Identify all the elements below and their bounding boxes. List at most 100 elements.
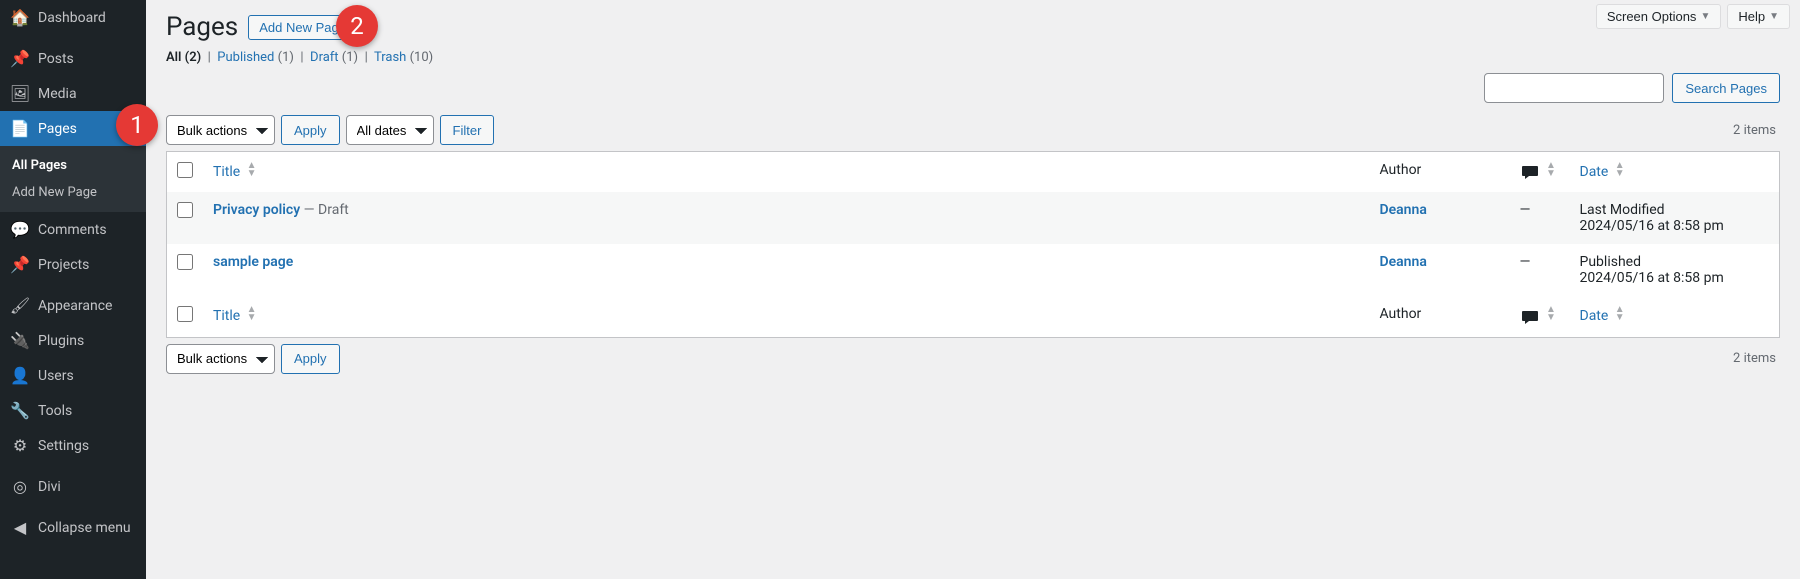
col-title-bottom[interactable]: Title ▲▼: [203, 296, 1370, 337]
filter-button[interactable]: Filter: [440, 115, 495, 145]
row-checkbox[interactable]: [177, 202, 193, 218]
sort-icon: ▲▼: [1546, 306, 1556, 322]
sidebar-item-appearance[interactable]: 🖌 Appearance: [0, 288, 146, 323]
tools-icon: 🔧: [10, 401, 30, 420]
comment-icon: [1520, 307, 1540, 327]
sort-icon: ▲▼: [1546, 162, 1556, 178]
sidebar-item-label: Media: [38, 86, 77, 102]
sidebar-item-label: Divi: [38, 479, 61, 495]
sidebar-item-users[interactable]: 👤 Users: [0, 358, 146, 393]
media-icon: 🖼: [10, 84, 30, 103]
col-date-top[interactable]: Date ▲▼: [1570, 152, 1780, 193]
sidebar-item-comments[interactable]: 💬 Comments: [0, 212, 146, 247]
sort-icon: ▲▼: [1615, 306, 1625, 322]
sidebar-item-label: Pages: [38, 121, 77, 137]
comment-icon: [1520, 162, 1540, 182]
comments-cell: —: [1510, 244, 1570, 296]
divi-icon: ◎: [10, 477, 30, 496]
sidebar-item-label: Users: [38, 368, 74, 384]
sidebar-item-label: Settings: [38, 438, 89, 454]
filter-all[interactable]: All (2): [166, 50, 204, 65]
bulk-actions-select-bottom[interactable]: Bulk actions: [166, 344, 275, 374]
separator: |: [365, 50, 368, 65]
help-button[interactable]: Help ▼: [1727, 4, 1790, 29]
filter-draft-label: Draft: [310, 50, 339, 65]
col-author-top: Author: [1370, 152, 1510, 193]
filter-published[interactable]: Published (1): [217, 50, 297, 65]
col-title-label: Title: [213, 308, 240, 324]
top-right-buttons: Screen Options ▼ Help ▼: [1596, 4, 1790, 29]
search-input[interactable]: [1484, 73, 1664, 103]
col-date-bottom[interactable]: Date ▲▼: [1570, 296, 1780, 337]
help-label: Help: [1738, 9, 1765, 24]
col-comments-top[interactable]: ▲▼: [1510, 152, 1570, 193]
sidebar-item-label: Plugins: [38, 333, 84, 349]
page-title-link[interactable]: sample page: [213, 254, 293, 270]
page-title-link[interactable]: Privacy policy: [213, 202, 300, 218]
date-cell: Last Modified 2024/05/16 at 8:58 pm: [1570, 192, 1780, 244]
sidebar-item-plugins[interactable]: 🔌 Plugins: [0, 323, 146, 358]
row-checkbox[interactable]: [177, 254, 193, 270]
select-all-checkbox-bottom[interactable]: [177, 306, 193, 322]
projects-icon: 📌: [10, 255, 30, 274]
apply-button-top[interactable]: Apply: [281, 115, 340, 145]
author-link[interactable]: Deanna: [1380, 254, 1427, 270]
bulk-actions-select-top[interactable]: Bulk actions: [166, 115, 275, 145]
step-badge-1: 1: [116, 104, 158, 146]
filter-draft[interactable]: Draft (1): [310, 50, 361, 65]
col-comments-bottom[interactable]: ▲▼: [1510, 296, 1570, 337]
sidebar-item-label: Collapse menu: [38, 520, 131, 536]
sidebar-subitem-add-new-page[interactable]: Add New Page: [0, 179, 146, 206]
separator: |: [300, 50, 303, 65]
pages-icon: 📄: [10, 119, 30, 138]
screen-options-button[interactable]: Screen Options ▼: [1596, 4, 1722, 29]
date-line1: Published: [1580, 254, 1641, 270]
date-cell: Published 2024/05/16 at 8:58 pm: [1570, 244, 1780, 296]
sidebar-subitem-all-pages[interactable]: All Pages: [0, 152, 146, 179]
screen-options-label: Screen Options: [1607, 9, 1697, 24]
sidebar-item-posts[interactable]: 📌 Posts: [0, 41, 146, 76]
col-title-top[interactable]: Title ▲▼: [203, 152, 1370, 193]
sidebar-item-collapse[interactable]: ◀ Collapse menu: [0, 510, 146, 545]
sidebar-item-projects[interactable]: 📌 Projects: [0, 247, 146, 282]
posts-icon: 📌: [10, 49, 30, 68]
sort-icon: ▲▼: [247, 306, 257, 322]
comments-cell: —: [1510, 192, 1570, 244]
filter-trash-label: Trash: [374, 50, 406, 65]
sidebar-submenu-pages: All Pages Add New Page: [0, 146, 146, 212]
page-status-suffix: — Draft: [304, 202, 349, 218]
admin-sidebar: 🏠 Dashboard 📌 Posts 🖼 Media 📄 Pages All …: [0, 0, 146, 579]
sidebar-item-tools[interactable]: 🔧 Tools: [0, 393, 146, 428]
col-title-label: Title: [213, 164, 240, 180]
date-filter-select[interactable]: All dates: [346, 115, 434, 145]
collapse-icon: ◀: [10, 518, 30, 537]
filter-all-count: (2): [185, 50, 202, 65]
author-link[interactable]: Deanna: [1380, 202, 1427, 218]
col-date-label: Date: [1580, 308, 1609, 324]
apply-button-bottom[interactable]: Apply: [281, 344, 340, 374]
date-line2: 2024/05/16 at 8:58 pm: [1580, 270, 1724, 286]
filter-trash-count: (10): [410, 50, 434, 65]
table-row: Privacy policy — Draft Deanna — Last Mod…: [167, 192, 1780, 244]
date-line1: Last Modified: [1580, 202, 1665, 218]
sort-icon: ▲▼: [1615, 162, 1625, 178]
table-row: sample page Deanna — Published 2024/05/1…: [167, 244, 1780, 296]
sidebar-item-dashboard[interactable]: 🏠 Dashboard: [0, 0, 146, 35]
col-author-bottom: Author: [1370, 296, 1510, 337]
sidebar-item-media[interactable]: 🖼 Media: [0, 76, 146, 111]
sidebar-item-label: Comments: [38, 222, 107, 238]
sort-icon: ▲▼: [247, 162, 257, 178]
filter-trash[interactable]: Trash (10): [374, 50, 433, 65]
select-all-checkbox-top[interactable]: [177, 162, 193, 178]
status-filters: All (2) | Published (1) | Draft (1) | Tr…: [146, 50, 1800, 73]
comments-icon: 💬: [10, 220, 30, 239]
items-count-bottom: 2 items: [1733, 351, 1780, 366]
sidebar-item-divi[interactable]: ◎ Divi: [0, 469, 146, 504]
sidebar-item-label: Posts: [38, 51, 74, 67]
sidebar-item-settings[interactable]: ⚙ Settings: [0, 428, 146, 463]
sidebar-item-label: Tools: [38, 403, 72, 419]
pages-table: Title ▲▼ Author ▲▼ Date ▲▼ Privacy polic…: [166, 151, 1780, 338]
search-pages-button[interactable]: Search Pages: [1672, 73, 1780, 103]
dashboard-icon: 🏠: [10, 8, 30, 27]
items-count-top: 2 items: [1733, 123, 1780, 138]
